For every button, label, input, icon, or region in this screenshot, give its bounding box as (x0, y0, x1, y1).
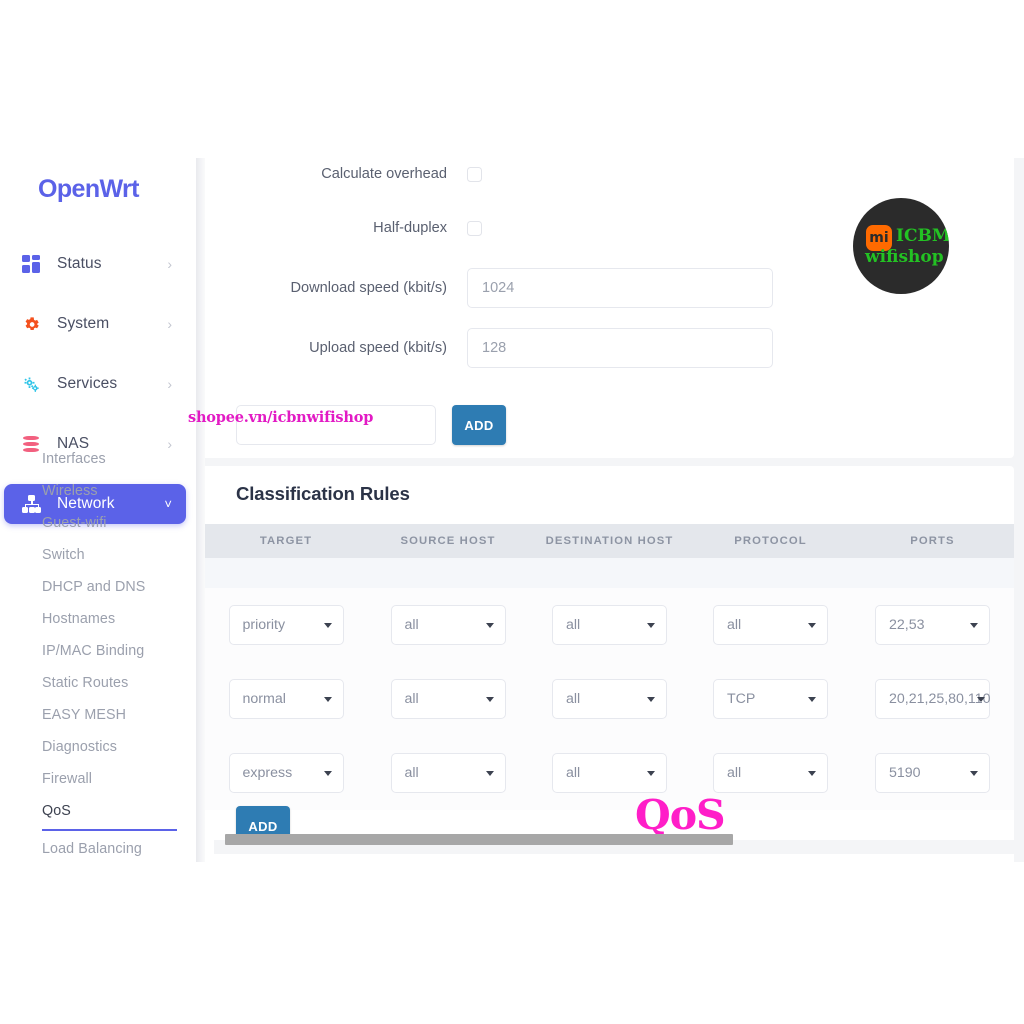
rules-filter-band (205, 558, 1014, 589)
row1-ports-select[interactable]: 22,53 (875, 605, 990, 645)
chevron-right-icon: › (167, 256, 172, 272)
sidebar-item-system[interactable]: System › (4, 304, 186, 344)
active-item-underline (42, 829, 177, 831)
sidebar-item-guest-wifi[interactable]: Guest-wifi (0, 507, 196, 539)
row1-protocol-select[interactable]: all (713, 605, 828, 645)
column-header-target: TARGET (259, 535, 313, 547)
sidebar-item-label: System (57, 315, 110, 332)
column-header-source-host: SOURCE HOST (400, 535, 496, 547)
calculate-overhead-checkbox[interactable] (467, 166, 482, 182)
download-speed-input[interactable]: 1024 (467, 268, 773, 308)
field-label: Calculate overhead (321, 166, 447, 182)
column-header-protocol: PROTOCOL (734, 535, 807, 547)
chevron-down-icon (970, 623, 978, 628)
sidebar-item-wireless[interactable]: Wireless (0, 475, 196, 507)
sidebar-item-dhcp-and-dns[interactable]: DHCP and DNS (0, 571, 196, 603)
badge-line-2: wifishop (865, 247, 944, 267)
sidebar-item-label: Status (57, 255, 102, 272)
sidebar-item-interfaces[interactable]: Interfaces (0, 443, 196, 475)
field-label: Download speed (kbit/s) (290, 280, 447, 296)
row3-protocol-select[interactable]: all (713, 753, 828, 793)
openwrt-admin-app: OpenWrt Status › System › Services › NAS… (0, 158, 1024, 862)
sidebar-item-static-routes[interactable]: Static Routes (0, 667, 196, 699)
horizontal-scrollbar-thumb[interactable] (225, 834, 733, 845)
openwrt-logo[interactable]: OpenWrt (38, 175, 139, 204)
main-content: Calculate overhead Half-duplex Download … (188, 158, 1024, 862)
row1-target-select[interactable]: priority (228, 605, 344, 645)
table-row: express all all all 5190 (205, 736, 1014, 810)
badge-line-1: ICBM (896, 226, 949, 246)
sidebar-item-switch[interactable]: Switch (0, 539, 196, 571)
chevron-right-icon: › (167, 376, 172, 392)
sidebar-item-status[interactable]: Status › (4, 244, 186, 284)
chevron-down-icon (808, 771, 816, 776)
half-duplex-checkbox[interactable] (467, 220, 482, 236)
sidebar-item-easy-mesh[interactable]: EASY MESH (0, 699, 196, 731)
rules-table-header: TARGET SOURCE HOST DESTINATION HOST PROT… (205, 524, 1014, 558)
sidebar-item-qos[interactable]: QoS (0, 795, 196, 827)
gears-icon (22, 375, 41, 394)
row3-ports-select[interactable]: 5190 (875, 753, 990, 793)
screenshot-root: OpenWrt Status › System › Services › NAS… (0, 0, 1024, 1024)
field-label: Half-duplex (373, 220, 447, 236)
chevron-down-icon (323, 771, 332, 776)
field-calculate-overhead: Calculate overhead (205, 166, 985, 182)
chevron-down-icon (485, 623, 494, 628)
chevron-right-icon: › (167, 316, 172, 332)
shop-url-watermark: shopee.vn/icbnwifishop (188, 409, 374, 426)
horizontal-scrollbar-track[interactable] (214, 834, 1014, 854)
chevron-down-icon (485, 771, 494, 776)
row2-destination-host-select[interactable]: all (552, 679, 667, 719)
table-row: normal all all TCP 20,21,25,80,110 (205, 662, 1014, 737)
row1-destination-host-select[interactable]: all (552, 605, 667, 645)
sidebar-item-label: Services (57, 375, 118, 392)
grid-icon (22, 254, 41, 274)
gear-icon (22, 315, 41, 334)
field-upload-speed: Upload speed (kbit/s) 128 (205, 328, 985, 368)
upload-speed-input[interactable]: 128 (467, 328, 773, 368)
field-label: Upload speed (kbit/s) (309, 340, 447, 356)
qos-watermark: QoS (635, 791, 726, 839)
sidebar-divider (196, 158, 205, 862)
row2-target-select[interactable]: normal (228, 679, 344, 719)
row2-protocol-select[interactable]: TCP (713, 679, 828, 719)
sidebar-item-load-balancing[interactable]: Load Balancing (0, 833, 196, 862)
shop-logo-badge: mi ICBM wifishop (853, 198, 949, 294)
sidebar-item-services[interactable]: Services › (4, 364, 186, 404)
chevron-down-icon (970, 771, 978, 776)
chevron-down-icon (808, 697, 816, 702)
row3-source-host-select[interactable]: all (390, 753, 506, 793)
sidebar-item-firewall[interactable]: Firewall (0, 763, 196, 795)
column-header-ports: PORTS (910, 535, 955, 547)
chevron-down-icon (647, 697, 655, 702)
row3-destination-host-select[interactable]: all (552, 753, 667, 793)
column-header-destination-host: DESTINATION HOST (545, 535, 674, 547)
chevron-down-icon (647, 771, 655, 776)
table-row: priority all all all 22,53 (205, 588, 1014, 663)
sidebar: OpenWrt Status › System › Services › NAS… (0, 158, 196, 862)
sidebar-item-hostnames[interactable]: Hostnames (0, 603, 196, 635)
chevron-down-icon (808, 623, 816, 628)
chevron-down-icon (977, 697, 985, 702)
sidebar-item-diagnostics[interactable]: Diagnostics (0, 731, 196, 763)
chevron-down-icon (485, 697, 494, 702)
row3-target-select[interactable]: express (228, 753, 344, 793)
chevron-down-icon (647, 623, 655, 628)
row2-source-host-select[interactable]: all (390, 679, 506, 719)
row2-ports-select[interactable]: 20,21,25,80,110 (875, 679, 991, 719)
classification-rules-card: Classification Rules TARGET SOURCE HOST … (205, 466, 1014, 862)
sidebar-item-ip-mac-binding[interactable]: IP/MAC Binding (0, 635, 196, 667)
add-interface-button[interactable]: ADD (452, 405, 506, 445)
rules-title: Classification Rules (236, 483, 410, 504)
row1-source-host-select[interactable]: all (390, 605, 506, 645)
chevron-down-icon (323, 697, 332, 702)
chevron-down-icon (323, 623, 332, 628)
sidebar-network-subnav: Interfaces Wireless Guest-wifi Switch DH… (0, 443, 196, 862)
